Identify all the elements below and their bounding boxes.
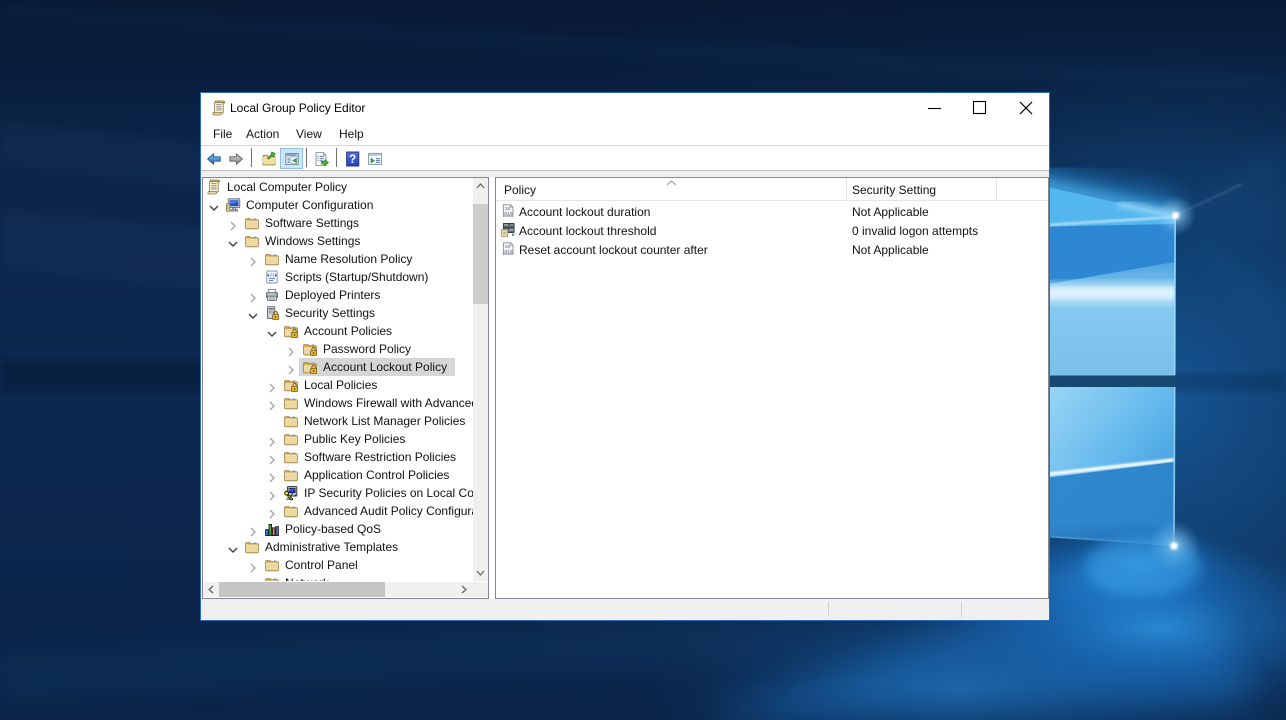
svg-text:010: 010 — [504, 211, 513, 217]
svg-text:?: ? — [349, 154, 356, 166]
svg-text:010: 010 — [504, 249, 513, 255]
